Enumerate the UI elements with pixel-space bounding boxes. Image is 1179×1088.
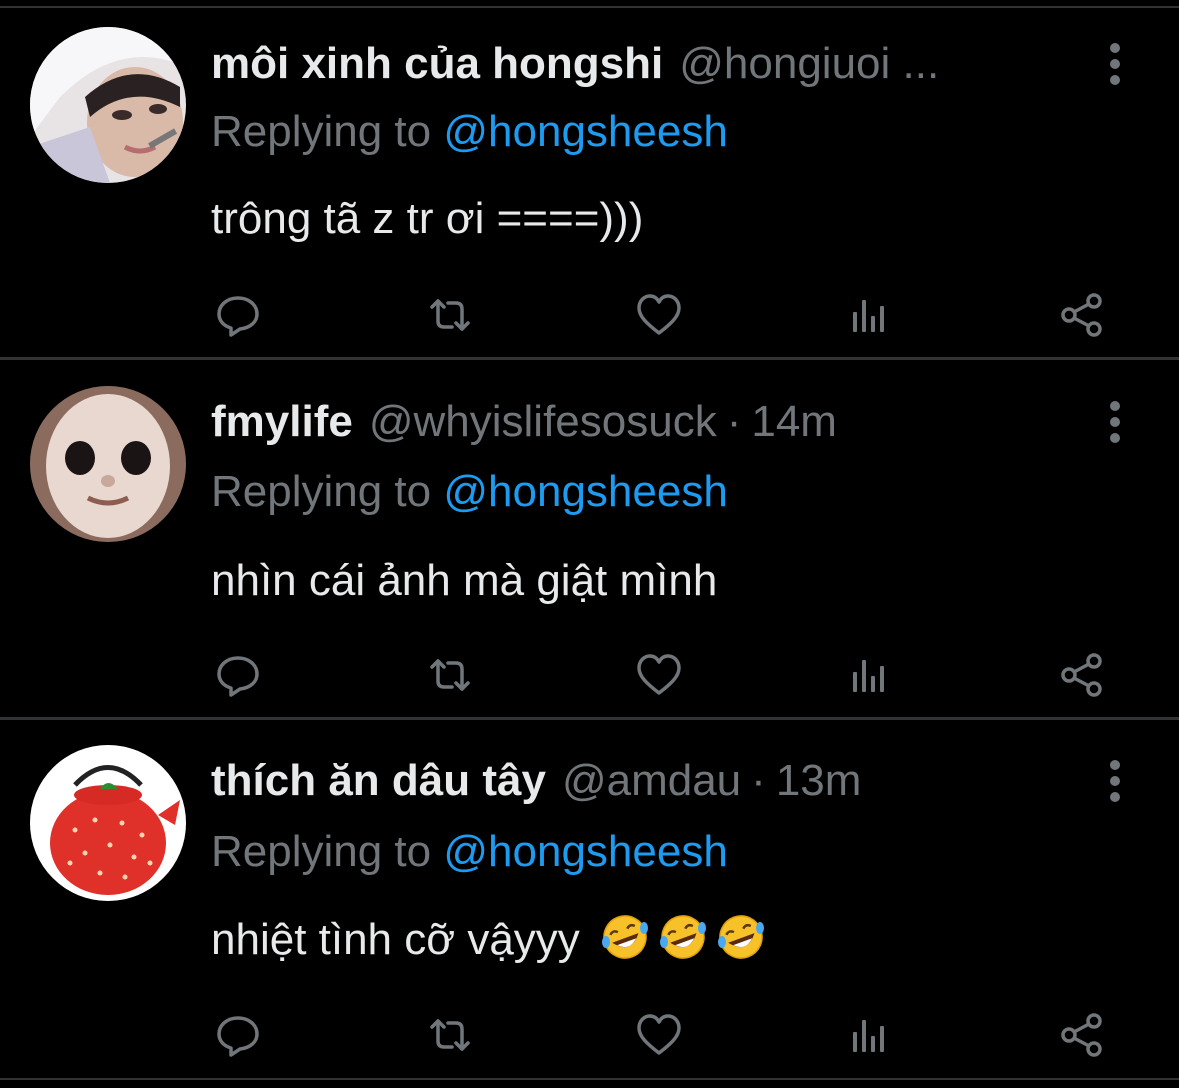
rolling-on-floor-laughing-emoji [601, 915, 648, 959]
display-name[interactable]: môi xinh của hongshi [211, 36, 663, 92]
tweet-actions [0, 650, 1179, 700]
share-icon[interactable] [1057, 290, 1107, 340]
tweet-3[interactable]: thích ăn dâu tây @amdau · 13m Replying t… [0, 720, 1179, 1088]
tweet-text: trông tã z tr ơi ====))) [211, 194, 644, 243]
display-name[interactable]: thích ăn dâu tây [211, 753, 546, 809]
heart-icon[interactable] [634, 650, 684, 700]
tweet-header: fmylife @whyislifesosuck · 14m [211, 394, 837, 450]
tweet-2[interactable]: fmylife @whyislifesosuck · 14m Replying … [0, 360, 1179, 720]
tweet-actions [0, 1010, 1179, 1060]
tweet-text: nhiệt tình cỡ vậyyy [211, 915, 580, 964]
tweet-header: môi xinh của hongshi @hongiuoi ... [211, 36, 939, 92]
divider [0, 1078, 1179, 1080]
more-vertical-icon[interactable] [1100, 753, 1130, 809]
replying-to: Replying to @hongsheesh [211, 824, 728, 880]
tweet-header: thích ăn dâu tây @amdau · 13m [211, 753, 861, 809]
views-icon[interactable] [845, 290, 895, 340]
avatar[interactable] [30, 386, 186, 542]
views-icon[interactable] [845, 1010, 895, 1060]
user-handle[interactable]: @amdau [562, 753, 741, 809]
timestamp[interactable]: 14m [751, 394, 837, 450]
replying-prefix: Replying to [211, 827, 444, 876]
heart-icon[interactable] [634, 1010, 684, 1060]
mention-link[interactable]: @hongsheesh [443, 107, 727, 156]
reply-icon[interactable] [213, 290, 263, 340]
emoji-group [580, 915, 766, 964]
rolling-on-floor-laughing-emoji [659, 915, 706, 959]
timestamp[interactable]: 13m [776, 753, 862, 809]
avatar[interactable] [30, 745, 186, 901]
tweet-1[interactable]: môi xinh của hongshi @hongiuoi ... Reply… [0, 0, 1179, 360]
tweet-body: nhiệt tình cỡ vậyyy [211, 912, 766, 968]
share-icon[interactable] [1057, 1010, 1107, 1060]
more-vertical-icon[interactable] [1100, 36, 1130, 92]
retweet-icon[interactable] [425, 1010, 475, 1060]
tweet-text: nhìn cái ảnh mà giật mình [211, 556, 718, 605]
replying-to: Replying to @hongsheesh [211, 104, 728, 160]
replying-prefix: Replying to [211, 467, 444, 516]
tweet-actions [0, 290, 1179, 340]
rolling-on-floor-laughing-emoji [717, 915, 764, 959]
display-name[interactable]: fmylife [211, 394, 353, 450]
avatar[interactable] [30, 27, 186, 183]
retweet-icon[interactable] [425, 290, 475, 340]
user-handle[interactable]: @hongiuoi ... [679, 36, 939, 92]
views-icon[interactable] [845, 650, 895, 700]
mention-link[interactable]: @hongsheesh [443, 467, 727, 516]
replying-prefix: Replying to [211, 107, 444, 156]
reply-icon[interactable] [213, 1010, 263, 1060]
separator-dot: · [751, 756, 766, 805]
more-vertical-icon[interactable] [1100, 394, 1130, 450]
mention-link[interactable]: @hongsheesh [443, 827, 727, 876]
reply-icon[interactable] [213, 650, 263, 700]
retweet-icon[interactable] [425, 650, 475, 700]
separator-dot: · [726, 397, 742, 446]
user-handle[interactable]: @whyislifesosuck [369, 394, 717, 450]
heart-icon[interactable] [634, 290, 684, 340]
replying-to: Replying to @hongsheesh [211, 464, 728, 520]
share-icon[interactable] [1057, 650, 1107, 700]
